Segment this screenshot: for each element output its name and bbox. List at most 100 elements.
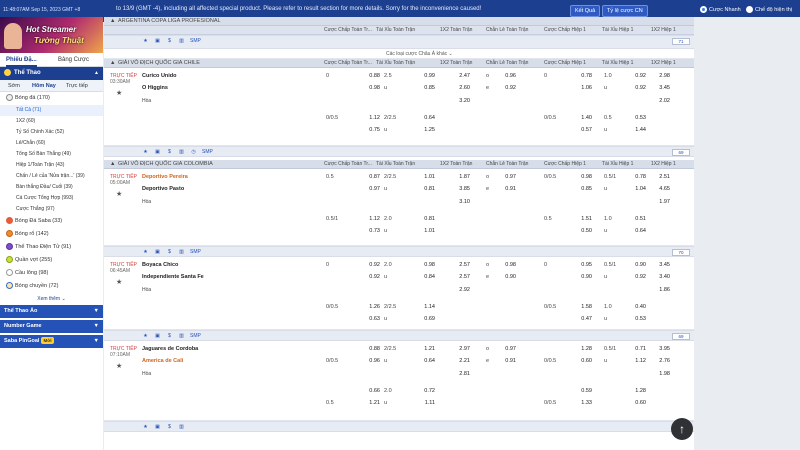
more-bets-count[interactable]: 70: [672, 249, 690, 256]
odds-value[interactable]: 1.01: [417, 228, 435, 234]
odds-value[interactable]: 3.10: [452, 199, 470, 205]
bet-type-dropdown[interactable]: Các loại cược Châu Á khác ⌄: [386, 51, 453, 57]
odds-value[interactable]: 3.85: [452, 186, 470, 192]
odds-value[interactable]: 0.98: [574, 174, 592, 180]
odds-value[interactable]: 0.51: [628, 216, 646, 222]
sport-volleyball[interactable]: Bóng chuyền (72): [0, 280, 103, 293]
tv-icon[interactable]: ▣: [154, 333, 161, 340]
promo-banner[interactable]: Hot Streamer Tường Thuật: [0, 17, 103, 53]
sub-item[interactable]: Hiệp 1/Toàn Trận (43): [0, 160, 103, 171]
odds-value[interactable]: 2.81: [452, 371, 470, 377]
scroll-top-button[interactable]: ↑: [671, 418, 693, 440]
odds-value[interactable]: 0.92: [362, 274, 380, 280]
dollar-icon[interactable]: $: [166, 249, 173, 256]
show-more-link[interactable]: Xem thêm ⌄: [0, 293, 103, 305]
odds-value[interactable]: 1.11: [417, 400, 435, 406]
odds-value[interactable]: 0.75: [362, 127, 380, 133]
league-header[interactable]: ▲ GIẢI VÔ ĐỊCH QUỐC GIA CHILE Cược Chấp T…: [104, 59, 694, 68]
odds-value[interactable]: 1.51: [574, 216, 592, 222]
odds-value[interactable]: 0.88: [362, 73, 380, 79]
odds-value[interactable]: 0.98: [417, 262, 435, 268]
stats-icon[interactable]: ▥: [178, 38, 185, 45]
odds-value[interactable]: 0.90: [498, 274, 516, 280]
odds-value[interactable]: 0.90: [574, 274, 592, 280]
odds-value[interactable]: 0.91: [498, 186, 516, 192]
sub-item[interactable]: Tỷ Số Chính Xác (52): [0, 127, 103, 138]
odds-value[interactable]: 0.97: [498, 346, 516, 352]
tab-early[interactable]: Sớm: [8, 83, 20, 89]
odds-value[interactable]: 0.78: [628, 174, 646, 180]
odds-type-button[interactable]: Tỷ lệ cược CN: [602, 5, 648, 17]
odds-value[interactable]: 0.57: [574, 127, 592, 133]
odds-value[interactable]: 0.96: [498, 73, 516, 79]
odds-value[interactable]: 2.92: [452, 287, 470, 293]
odds-value[interactable]: 1.58: [574, 304, 592, 310]
star-icon[interactable]: ★: [116, 362, 122, 370]
odds-value[interactable]: 0.97: [498, 174, 516, 180]
sport-esports[interactable]: Thể Thao Điện Tử (91): [0, 241, 103, 254]
odds-value[interactable]: 0.73: [362, 228, 380, 234]
tv-icon[interactable]: ▣: [154, 249, 161, 256]
odds-value[interactable]: 0.87: [362, 174, 380, 180]
odds-value[interactable]: 0.53: [628, 115, 646, 121]
odds-value[interactable]: 0.92: [628, 73, 646, 79]
odds-value[interactable]: 1.21: [362, 400, 380, 406]
odds-value[interactable]: 0.91: [498, 358, 516, 364]
number-game-bar[interactable]: Number Game ▼: [0, 320, 103, 333]
odds-value[interactable]: 2.51: [652, 174, 670, 180]
odds-value[interactable]: 1.26: [362, 304, 380, 310]
odds-value[interactable]: 0.64: [628, 228, 646, 234]
odds-value[interactable]: 0.71: [628, 346, 646, 352]
odds-value[interactable]: 1.12: [362, 115, 380, 121]
odds-value[interactable]: 0.81: [417, 186, 435, 192]
odds-value[interactable]: 1.12: [628, 358, 646, 364]
odds-value[interactable]: 1.40: [574, 115, 592, 121]
star-icon[interactable]: ★: [116, 190, 122, 198]
tab-bet-list[interactable]: Bảng Cược: [58, 57, 89, 63]
star-icon[interactable]: ★: [142, 249, 149, 256]
stats-icon[interactable]: ▥: [178, 149, 185, 156]
odds-value[interactable]: 0.81: [417, 216, 435, 222]
odds-value[interactable]: 0.88: [362, 346, 380, 352]
more-bets-count[interactable]: 69: [672, 333, 690, 340]
odds-value[interactable]: 1.28: [574, 346, 592, 352]
odds-value[interactable]: 2.47: [452, 73, 470, 79]
star-icon[interactable]: ★: [142, 424, 149, 431]
quick-bet-toggle[interactable]: Cược Nhanh: [700, 6, 741, 13]
odds-value[interactable]: 0.92: [628, 274, 646, 280]
star-icon[interactable]: ★: [142, 149, 149, 156]
odds-value[interactable]: 2.76: [652, 358, 670, 364]
sub-item[interactable]: 1X2 (60): [0, 116, 103, 127]
odds-value[interactable]: 0.59: [574, 388, 592, 394]
odds-value[interactable]: 0.92: [362, 262, 380, 268]
sub-item[interactable]: Cá Cược Tổng Hợp (993): [0, 193, 103, 204]
star-icon[interactable]: ★: [116, 89, 122, 97]
dollar-icon[interactable]: $: [166, 149, 173, 156]
odds-value[interactable]: 3.20: [452, 98, 470, 104]
smp-link[interactable]: SMP: [190, 333, 201, 339]
odds-value[interactable]: 2.21: [452, 358, 470, 364]
league-header[interactable]: ▲ ARGENTINA COPA LIGA PROFESIONAL: [104, 17, 694, 26]
odds-value[interactable]: 1.12: [362, 216, 380, 222]
more-bets-count[interactable]: 71: [672, 38, 690, 45]
results-button[interactable]: Kết Quả: [570, 5, 601, 17]
sport-basketball[interactable]: Bóng rổ (142): [0, 228, 103, 241]
sport-badminton[interactable]: Cầu lông (98): [0, 267, 103, 280]
odds-value[interactable]: 1.98: [652, 371, 670, 377]
dollar-icon[interactable]: $: [166, 333, 173, 340]
odds-value[interactable]: 1.97: [652, 199, 670, 205]
odds-value[interactable]: 2.98: [652, 73, 670, 79]
odds-value[interactable]: 1.06: [574, 85, 592, 91]
odds-value[interactable]: 2.60: [452, 85, 470, 91]
odds-value[interactable]: 0.84: [417, 274, 435, 280]
tv-icon[interactable]: ▣: [154, 424, 161, 431]
odds-value[interactable]: 0.98: [362, 85, 380, 91]
stats-icon[interactable]: ▥: [178, 333, 185, 340]
odds-value[interactable]: 2.97: [452, 346, 470, 352]
odds-value[interactable]: 0.97: [362, 186, 380, 192]
odds-value[interactable]: 1.87: [452, 174, 470, 180]
tab-bet-slip[interactable]: Phiếu Đặ...: [6, 57, 37, 67]
odds-value[interactable]: 1.28: [628, 388, 646, 394]
more-bets-count[interactable]: 69: [672, 149, 690, 156]
odds-value[interactable]: 0.47: [574, 316, 592, 322]
